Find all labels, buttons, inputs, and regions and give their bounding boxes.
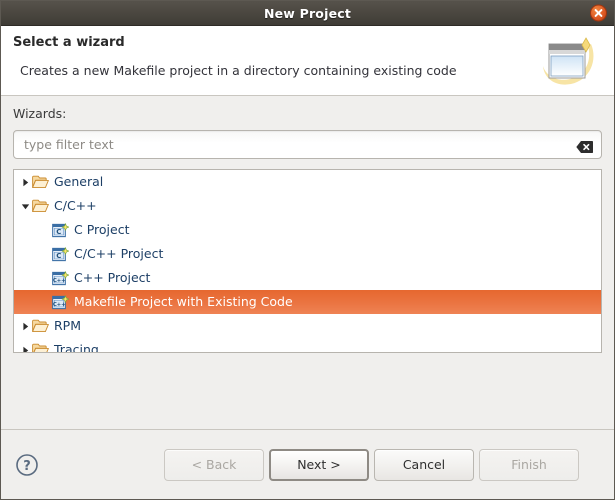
page-description: Creates a new Makefile project in a dire…	[20, 63, 457, 78]
page-title: Select a wizard	[13, 35, 125, 50]
tree-item-rpm[interactable]: RPM	[14, 314, 601, 338]
chevron-down-icon[interactable]	[18, 202, 32, 211]
finish-button: Finish	[479, 448, 579, 481]
dialog-button-group: < Back Next > Cancel Finish	[164, 448, 579, 481]
folder-icon	[32, 343, 51, 352]
button-label: Finish	[511, 457, 547, 472]
tree-item-label: General	[54, 173, 104, 189]
dialog-body: Wizards: General C/C++ C C Project C C/C++ Pr…	[1, 96, 614, 429]
svg-text:C: C	[56, 251, 61, 259]
button-label: < Back	[191, 457, 237, 472]
close-icon[interactable]	[590, 4, 607, 22]
tree-item-label: RPM	[54, 317, 82, 333]
button-label: Next >	[297, 457, 341, 472]
clear-filter-icon[interactable]	[576, 138, 593, 153]
tree-item-c-c[interactable]: C/C++	[14, 194, 601, 218]
cpp-project-icon: C++	[52, 270, 71, 286]
help-icon[interactable]: ?	[15, 453, 39, 477]
folder-icon	[32, 319, 51, 333]
wizard-tree[interactable]: General C/C++ C C Project C C/C++ Project C++ C…	[13, 169, 602, 353]
chevron-right-icon[interactable]	[18, 178, 32, 187]
c-project-icon: C	[52, 222, 71, 238]
next-button[interactable]: Next >	[269, 448, 369, 481]
folder-icon	[32, 199, 51, 213]
cancel-button[interactable]: Cancel	[374, 448, 474, 481]
tree-item-label: C Project	[74, 221, 130, 237]
chevron-right-icon[interactable]	[18, 346, 32, 352]
search-input[interactable]	[14, 131, 601, 158]
tree-item-label: C/C++	[54, 197, 97, 213]
back-button: < Back	[164, 448, 264, 481]
tree-item-c-c-project[interactable]: C C/C++ Project	[14, 242, 601, 266]
filter-field[interactable]	[13, 130, 602, 159]
cpp-project-icon: C++	[52, 294, 71, 310]
folder-icon	[32, 175, 51, 189]
button-label: Cancel	[402, 457, 446, 472]
chevron-right-icon[interactable]	[18, 322, 32, 331]
tree-item-makefile-project-with-existing-code[interactable]: C++ Makefile Project with Existing Code	[14, 290, 601, 314]
tree-item-label: C++ Project	[74, 269, 151, 285]
svg-text:C++: C++	[53, 301, 66, 307]
tree-item-c-project[interactable]: C++ C++ Project	[14, 266, 601, 290]
window-title: New Project	[263, 5, 352, 21]
svg-text:C++: C++	[53, 277, 66, 283]
tree-item-label: C/C++ Project	[74, 245, 164, 261]
svg-text:C: C	[56, 227, 61, 235]
svg-text:?: ?	[23, 459, 31, 474]
tree-item-label: Tracing	[54, 341, 99, 353]
title-bar: New Project	[1, 1, 614, 26]
tree-item-label: Makefile Project with Existing Code	[74, 293, 293, 309]
new-project-dialog: New Project Select a wizard Creates a ne…	[0, 0, 615, 500]
tree-item-general[interactable]: General	[14, 170, 601, 194]
dialog-header: Select a wizard Creates a new Makefile p…	[1, 26, 614, 96]
body-filler	[13, 353, 602, 429]
new-project-wizard-icon	[540, 34, 600, 90]
dialog-footer: ? < Back Next > Cancel Finish	[1, 429, 614, 499]
wizards-label: Wizards:	[13, 106, 67, 121]
tree-item-tracing[interactable]: Tracing	[14, 338, 601, 353]
c-project-icon: C	[52, 246, 71, 262]
tree-item-c-project[interactable]: C C Project	[14, 218, 601, 242]
